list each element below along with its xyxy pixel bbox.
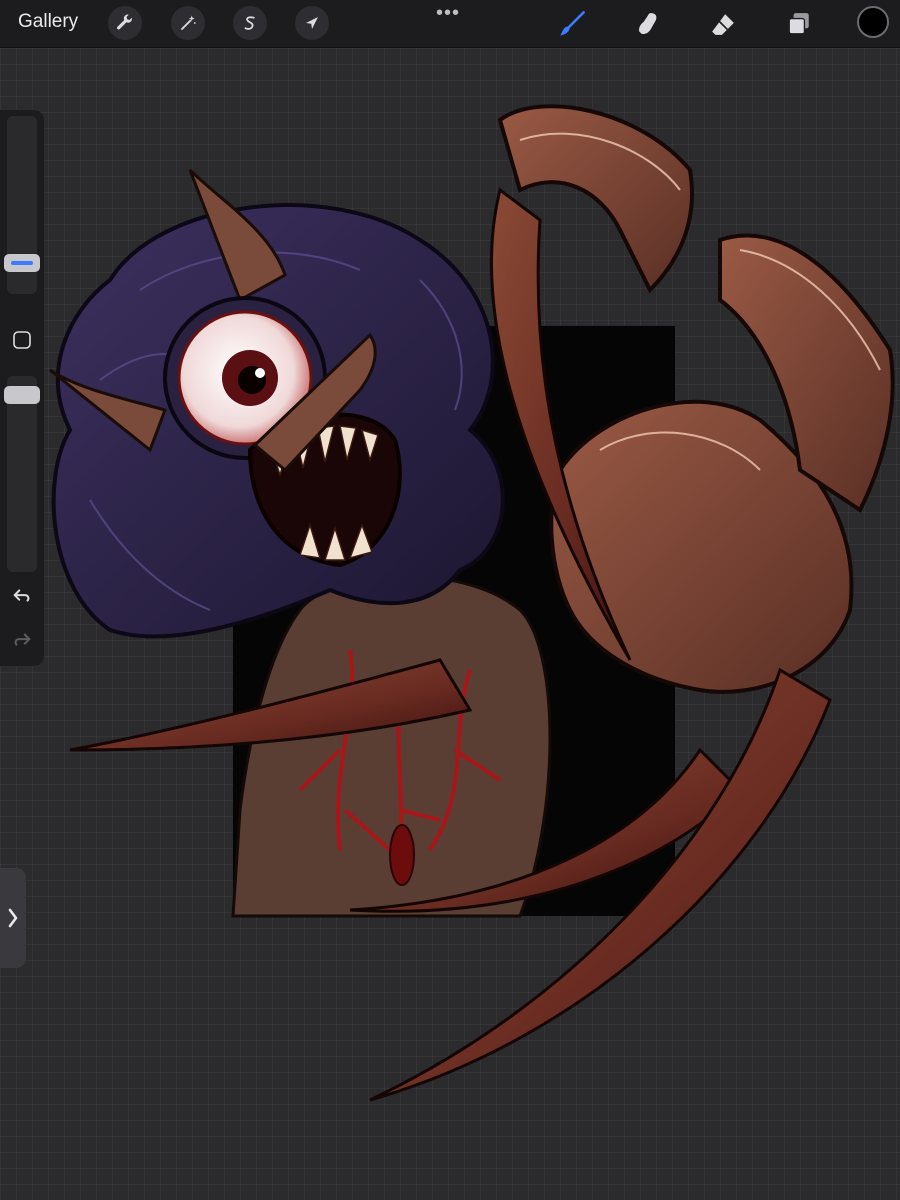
more-menu-button[interactable]: ••• <box>436 2 460 25</box>
sidebar-expand-tab[interactable] <box>0 868 26 968</box>
undo-button[interactable] <box>10 584 34 608</box>
brush-icon <box>560 11 585 36</box>
selection-button[interactable] <box>233 6 267 40</box>
brush-size-handle[interactable] <box>4 254 40 272</box>
eraser-icon <box>712 14 734 35</box>
wrench-icon <box>117 14 132 30</box>
modify-button[interactable] <box>10 328 34 352</box>
top-toolbar: Gallery ••• <box>0 0 900 48</box>
transform-button[interactable] <box>295 6 329 40</box>
redo-button[interactable] <box>10 628 34 652</box>
color-picker-button[interactable] <box>857 6 889 38</box>
redo-arrow-icon <box>14 633 31 646</box>
artwork-canvas[interactable] <box>0 50 900 1200</box>
smudge-button[interactable] <box>630 6 666 42</box>
selection-s-icon <box>244 16 255 30</box>
square-outline-icon <box>13 331 31 349</box>
magic-wand-icon <box>181 15 196 30</box>
artwork-wound <box>389 824 415 886</box>
opacity-handle[interactable] <box>4 386 40 404</box>
smudge-icon <box>639 13 657 35</box>
brush-button[interactable] <box>554 6 590 42</box>
layers-button[interactable] <box>781 6 817 42</box>
adjustments-button[interactable] <box>171 6 205 40</box>
chevron-right-icon <box>8 908 18 928</box>
gallery-button[interactable]: Gallery <box>18 11 78 33</box>
brush-size-slider[interactable] <box>4 116 40 294</box>
arrow-cursor-icon <box>306 17 318 29</box>
artwork-eye-highlight <box>255 368 265 378</box>
left-sidebar <box>0 110 44 666</box>
actions-button[interactable] <box>108 6 142 40</box>
eraser-button[interactable] <box>705 6 741 42</box>
opacity-slider[interactable] <box>4 376 40 572</box>
brush-size-indicator <box>11 261 33 265</box>
undo-arrow-icon <box>13 589 30 602</box>
layers-icon <box>788 13 809 35</box>
